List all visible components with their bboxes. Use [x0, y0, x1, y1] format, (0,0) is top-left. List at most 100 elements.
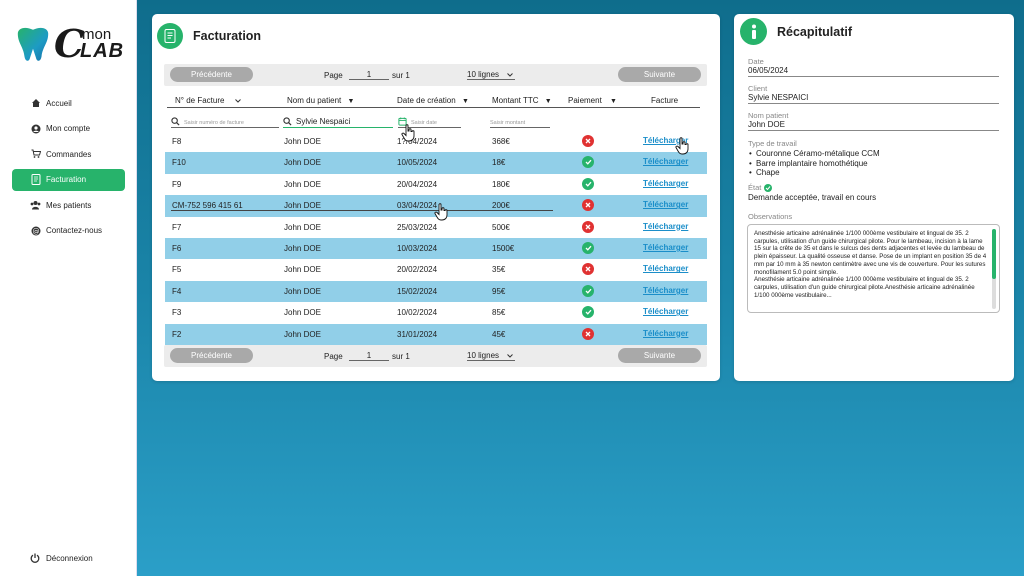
chevron-down-icon: [507, 354, 513, 358]
unpaid-x-icon: [582, 327, 594, 340]
invoice-number-cell: F9: [172, 179, 182, 189]
download-invoice-link[interactable]: Télécharger: [643, 307, 688, 316]
amount-cell: 85€: [492, 308, 506, 318]
scrollbar-thumb[interactable]: [992, 229, 996, 279]
tooth-logo-icon: [17, 27, 49, 61]
field-label: Client: [748, 84, 768, 93]
pager-bottom: Précédente Page 1 sur 1 10 lignes Suivan…: [164, 345, 707, 367]
rows-per-page-value: 10 lignes: [467, 70, 500, 79]
sidebar-item-mes-patients[interactable]: Mes patients: [12, 194, 125, 216]
creation-date-cell: 03/04/2024: [397, 201, 438, 211]
table-row[interactable]: F9 John DOE 20/04/2024 180€ Télécharger: [165, 174, 707, 195]
download-invoice-link[interactable]: Télécharger: [643, 200, 688, 209]
invoice-number-cell: F10: [172, 158, 186, 168]
chevron-down-icon: [234, 99, 241, 103]
download-invoice-link[interactable]: Télécharger: [643, 222, 688, 231]
search-icon: [171, 116, 180, 126]
recap-state-field: État Demande acceptée, travail en cours: [748, 183, 999, 202]
invoice-number-cell: CM-752 596 415 61: [172, 201, 243, 211]
invoice-number-cell: F3: [172, 308, 182, 318]
page-input[interactable]: 1: [349, 351, 389, 361]
table-row[interactable]: F2 John DOE 31/01/2024 45€ Télécharger: [165, 323, 707, 345]
page-title: Facturation: [193, 29, 262, 43]
list-item: Barre implantaire homothétique: [748, 159, 999, 169]
col-label: Montant TTC: [492, 96, 539, 105]
paid-check-icon: [582, 156, 594, 169]
table-row[interactable]: F6 John DOE 10/03/2024 1500€ Télécharger: [165, 237, 707, 260]
sidebar-item-facturation[interactable]: Facturation: [12, 168, 125, 191]
prev-page-button[interactable]: Précédente: [170, 67, 253, 82]
amount-filter[interactable]: Saisir montant: [490, 116, 550, 128]
page-input[interactable]: 1: [349, 70, 389, 80]
col-label: Date de création: [397, 96, 456, 105]
cart-icon: [30, 149, 41, 160]
table-row[interactable]: F5 John DOE 20/02/2024 35€ Télécharger: [165, 259, 707, 280]
scrollbar[interactable]: [992, 229, 996, 309]
patient-name-cell: John DOE: [284, 179, 321, 189]
observations-textarea[interactable]: Anesthésie articaine adrénalinée 1/100 0…: [747, 224, 1000, 313]
col-creation-date[interactable]: Date de création ▼: [397, 96, 469, 105]
col-payment[interactable]: Paiement ▼: [568, 96, 617, 105]
sidebar-item-label: Mon compte: [46, 124, 91, 133]
sidebar-item-label: Contactez-nous: [46, 226, 103, 235]
col-label: Paiement: [568, 96, 602, 105]
state-label-row: État: [748, 183, 999, 192]
patient-name-cell: John DOE: [284, 222, 321, 232]
download-invoice-link[interactable]: Télécharger: [643, 179, 688, 188]
creation-date-cell: 20/02/2024: [397, 265, 438, 275]
download-invoice-link[interactable]: Télécharger: [643, 157, 688, 166]
amount-cell: 95€: [492, 286, 506, 296]
table-row[interactable]: F10 John DOE 10/05/2024 18€ Télécharger: [165, 152, 707, 174]
download-invoice-link[interactable]: Télécharger: [643, 286, 688, 295]
logo-lab: LAB: [80, 40, 125, 62]
creation-date-cell: 15/02/2024: [397, 286, 438, 296]
unpaid-x-icon: [582, 220, 594, 233]
sidebar-item-contactez-nous[interactable]: @ Contactez-nous: [12, 220, 125, 242]
table-row[interactable]: F3 John DOE 10/02/2024 85€ Télécharger: [165, 302, 707, 323]
unpaid-x-icon: [582, 199, 594, 212]
check-icon: [764, 183, 773, 192]
field-value: John DOE: [748, 120, 999, 131]
col-invoice-number[interactable]: N° de Facture: [175, 96, 241, 105]
amount-placeholder: Saisir montant: [490, 120, 526, 126]
field-label: Observations: [748, 212, 793, 221]
unpaid-x-icon: [582, 263, 594, 276]
patient-name-cell: John DOE: [284, 265, 321, 275]
table-row[interactable]: F4 John DOE 15/02/2024 95€ Télécharger: [165, 280, 707, 303]
col-amount[interactable]: Montant TTC ▼: [492, 96, 552, 105]
hand-cursor-icon: [434, 203, 448, 221]
page-total: sur 1: [392, 71, 410, 80]
amount-cell: 368€: [492, 137, 510, 146]
rows-per-page-select[interactable]: 10 lignes: [467, 70, 515, 80]
hand-cursor-icon: [675, 137, 689, 155]
amount-cell: 200€: [492, 201, 510, 211]
creation-date-cell: 31/01/2024: [397, 329, 438, 339]
patient-name-cell: John DOE: [284, 329, 321, 339]
recap-client-field: Client Sylvie NESPAICI: [748, 84, 999, 104]
download-invoice-link[interactable]: Télécharger: [643, 264, 688, 273]
rows-per-page-select[interactable]: 10 lignes: [467, 351, 515, 361]
table-row[interactable]: F8 John DOE 1?/04/2024 368€ Télécharger: [165, 131, 707, 152]
col-invoice: Facture: [651, 96, 679, 105]
sidebar-item-mon-compte[interactable]: Mon compte: [12, 118, 125, 140]
download-invoice-link[interactable]: Télécharger: [643, 329, 688, 338]
field-label: Date: [748, 57, 764, 66]
sidebar-item-accueil[interactable]: Accueil: [12, 92, 125, 114]
prev-page-button[interactable]: Précédente: [170, 348, 253, 363]
col-patient-name[interactable]: Nom du patient ▼: [287, 96, 354, 105]
page-label: Page: [324, 71, 343, 80]
download-invoice-link[interactable]: Télécharger: [643, 243, 688, 252]
sidebar-item-commandes[interactable]: Commandes: [12, 143, 125, 165]
power-icon: [30, 553, 41, 564]
invoice-number-filter[interactable]: Saisir numéro de facture: [171, 116, 279, 128]
monlab-logo[interactable]: C mon LAB: [14, 22, 126, 68]
next-page-button[interactable]: Suivante: [618, 348, 701, 363]
user-icon: [30, 123, 41, 134]
next-page-button[interactable]: Suivante: [618, 67, 701, 82]
hand-cursor-icon: [401, 124, 415, 142]
patient-name-filter[interactable]: Sylvie Nespaici: [283, 116, 393, 128]
sort-down-icon: ▼: [347, 98, 355, 105]
col-label: Nom du patient: [287, 96, 342, 105]
list-item: Chape: [748, 168, 999, 178]
logout-button[interactable]: Déconnexion: [30, 553, 93, 564]
